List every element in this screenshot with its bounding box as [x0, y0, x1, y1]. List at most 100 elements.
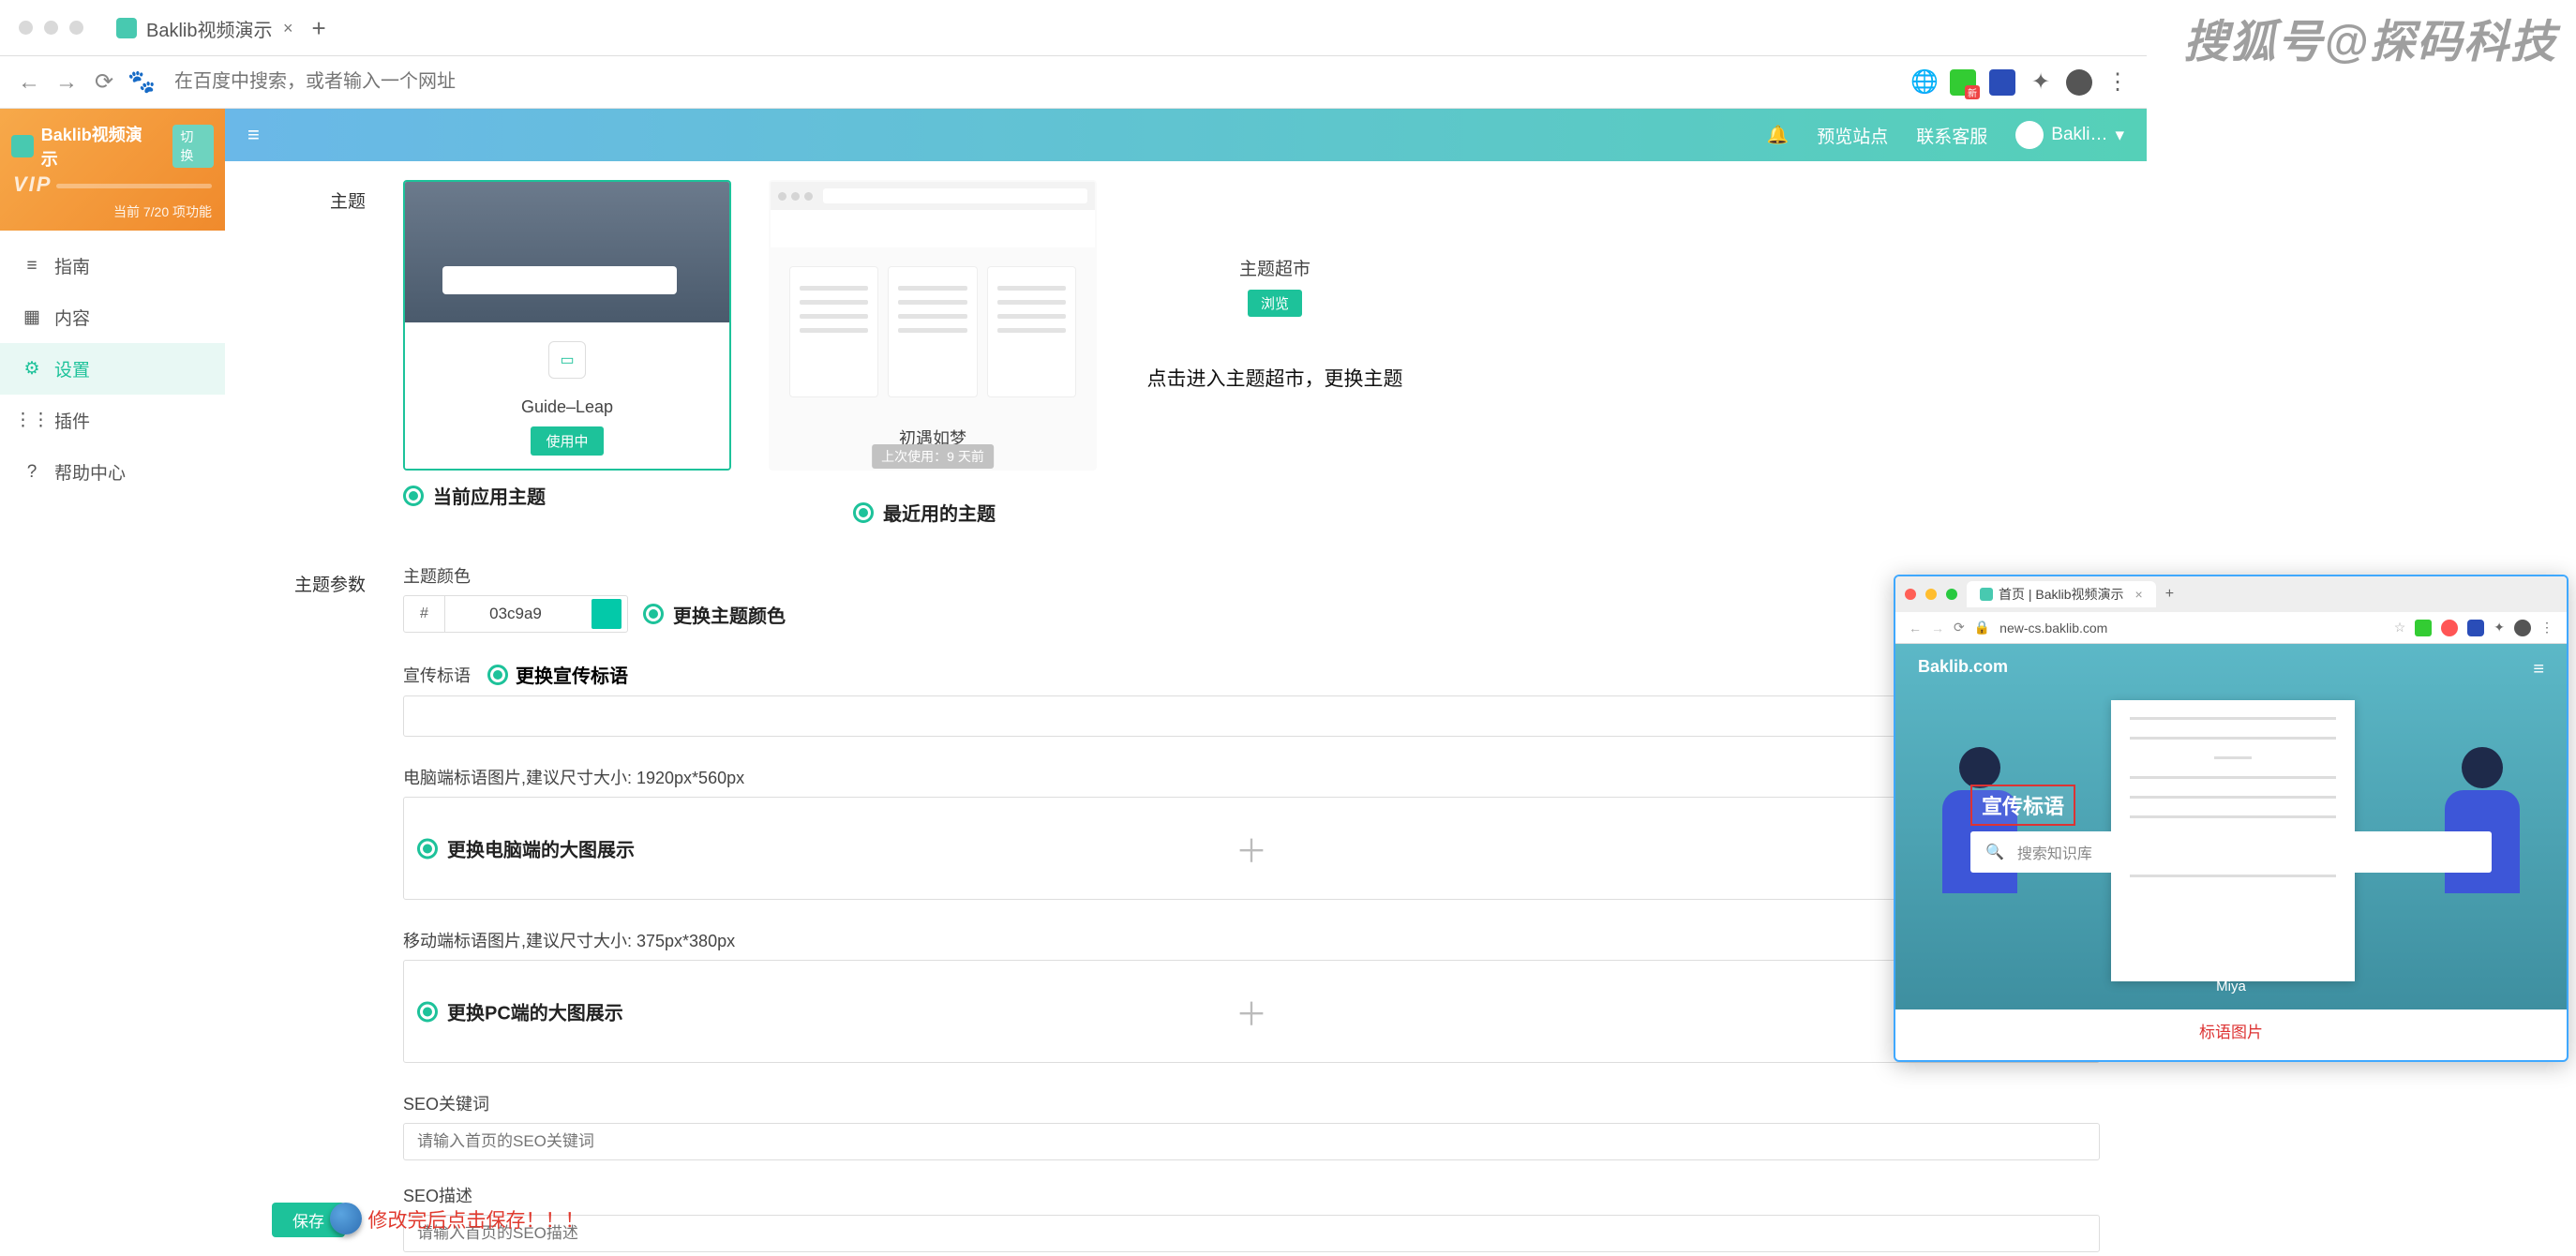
globe-icon[interactable]: 🌐 [1912, 70, 1937, 95]
traffic-close-icon[interactable] [1905, 589, 1916, 600]
color-input-group: # [403, 595, 628, 633]
nav-forward-icon[interactable]: → [1931, 621, 1944, 635]
color-label: 主题颜色 [403, 563, 2100, 588]
nav-forward-icon[interactable]: → [54, 70, 79, 95]
nav-back-icon[interactable]: ← [17, 70, 41, 95]
plugin-icon: ⋮⋮ [22, 411, 41, 430]
market-title: 主题超市 [1134, 255, 1415, 280]
sidebar-item-help[interactable]: ?帮助中心 [0, 446, 225, 498]
tab-close-icon[interactable]: × [2135, 587, 2143, 602]
omnibox-input[interactable] [167, 64, 1899, 101]
bell-icon[interactable]: 🔔 [1767, 124, 1790, 146]
search-icon: 🔍 [1985, 843, 2004, 861]
radio-icon [853, 502, 874, 523]
theme-inuse-badge: 使用中 [531, 426, 603, 456]
hero-author: Miya [2216, 979, 2246, 994]
pc-image-upload[interactable]: 更换电脑端的大图展示 ＋ [403, 797, 2100, 900]
ext-icon[interactable] [2415, 620, 2432, 636]
annotation-pointer-icon [330, 1203, 362, 1234]
vip-progress [56, 184, 212, 188]
topbar-preview-link[interactable]: 预览站点 [1817, 123, 1888, 148]
radio-icon [643, 604, 664, 624]
market-desc: 点击进入主题超市，更换主题 [1134, 364, 1415, 392]
topbar: ≡ 🔔 预览站点 联系客服 Bakli… ▾ [225, 109, 2147, 161]
star-icon[interactable]: ☆ [2394, 620, 2406, 635]
change-pc-label: 更换电脑端的大图展示 [447, 835, 635, 862]
sidebar-item-plugins[interactable]: ⋮⋮插件 [0, 395, 225, 446]
nav-back-icon[interactable]: ← [1909, 621, 1922, 635]
change-color-label: 更换主题颜色 [643, 601, 786, 628]
save-button[interactable]: 保存 [272, 1203, 345, 1237]
pc-img-label: 电脑端标语图片,建议尺寸大小: 1920px*560px [403, 765, 2100, 789]
profile-avatar-icon[interactable] [2066, 69, 2092, 96]
traffic-max-icon[interactable] [69, 21, 83, 35]
new-tab-button[interactable]: + [311, 14, 325, 43]
settings-icon: ⚙ [22, 360, 41, 379]
avatar-icon[interactable] [2514, 620, 2531, 636]
save-note: 修改完后点击保存！！！ [367, 1205, 584, 1234]
browser-tab-active[interactable]: Baklib视频演示 × [103, 7, 300, 49]
slogan-input[interactable] [403, 695, 2100, 737]
topbar-contact-link[interactable]: 联系客服 [1916, 123, 1987, 148]
radio-icon [403, 486, 424, 506]
sidebar-item-guide[interactable]: ≡指南 [0, 240, 225, 292]
chevron-down-icon: ▾ [2115, 125, 2124, 146]
menu-dots-icon[interactable]: ⋮ [2540, 620, 2554, 635]
theme-market-block: 主题超市 浏览 点击进入主题超市，更换主题 [1134, 180, 1415, 392]
sidebar-item-label: 设置 [54, 356, 90, 381]
browse-market-button[interactable]: 浏览 [1248, 290, 1302, 317]
tab-favicon-icon [1980, 588, 1993, 601]
ext-m-icon[interactable] [1989, 69, 2015, 96]
hero-person-right [2426, 747, 2539, 1009]
folder-icon: ▭ [548, 341, 586, 379]
recent-theme-label: 最近用的主题 [853, 499, 1097, 526]
nav-reload-icon[interactable]: ⟳ [92, 70, 116, 95]
window-traffic-lights[interactable] [19, 21, 83, 35]
ext-puzzle-icon[interactable]: ✦ [2494, 620, 2505, 635]
topbar-hamburger-icon[interactable]: ≡ [247, 123, 260, 147]
sidebar-item-settings[interactable]: ⚙ 设置 [0, 343, 225, 395]
hero-search-input[interactable]: 🔍 搜索知识库 [1970, 831, 2492, 873]
color-swatch[interactable] [592, 599, 622, 629]
ext-wechat-icon[interactable]: 新 [1950, 69, 1976, 96]
mobile-image-upload[interactable]: 更换PC端的大图展示 ＋ [403, 960, 2100, 1063]
color-value-input[interactable] [445, 596, 586, 632]
preview-browser-tab[interactable]: 首页 | Baklib视频演示 × [1967, 581, 2156, 607]
traffic-max-icon[interactable] [1946, 589, 1957, 600]
new-tab-button[interactable]: + [2165, 586, 2174, 603]
content-icon: ▦ [22, 308, 41, 327]
switch-site-button[interactable]: 切换 [172, 125, 214, 168]
seo-description-input[interactable] [403, 1215, 2100, 1252]
ext-icon[interactable] [2467, 620, 2484, 636]
color-hash: # [404, 596, 445, 632]
change-mobile-label: 更换PC端的大图展示 [447, 998, 623, 1025]
preview-url-bar: ← → ⟳ 🔒 new-cs.baklib.com ☆ ✦ ⋮ [1895, 612, 2567, 644]
topbar-user-menu[interactable]: Bakli… ▾ [2015, 121, 2124, 149]
preview-window: 首页 | Baklib视频演示 × + ← → ⟳ 🔒 new-cs.bakli… [1894, 575, 2569, 1062]
nav-reload-icon[interactable]: ⟳ [1954, 620, 1965, 635]
seo-desc-label: SEO描述 [403, 1183, 2100, 1207]
radio-icon [487, 665, 508, 685]
traffic-close-icon[interactable] [19, 21, 33, 35]
tab-close-icon[interactable]: × [283, 19, 293, 38]
sidebar-item-label: 内容 [54, 305, 90, 330]
sidebar-item-content[interactable]: ▦ 内容 [0, 292, 225, 343]
preview-hamburger-icon[interactable]: ≡ [2533, 659, 2544, 680]
site-identity-icon[interactable]: 🐾 [129, 70, 154, 95]
browser-url-bar: ← → ⟳ 🐾 🌐 新 ✦ ⋮ [0, 56, 2147, 109]
traffic-min-icon[interactable] [44, 21, 58, 35]
current-theme-label: 当前应用主题 [403, 482, 731, 509]
preview-columns [771, 247, 1095, 416]
ext-puzzle-icon[interactable]: ✦ [2029, 70, 2053, 95]
seo-keywords-input[interactable] [403, 1123, 2100, 1160]
preview-caption: 标语图片 [1895, 1009, 2567, 1042]
theme-card-current[interactable]: ▭ Guide–Leap 使用中 [403, 180, 731, 471]
menu-dots-icon[interactable]: ⋮ [2105, 70, 2130, 95]
theme-card-recent[interactable]: 初遇如梦 上次使用：9 天前 [769, 180, 1097, 471]
preview-tabstrip: 首页 | Baklib视频演示 × + [1895, 576, 2567, 612]
radio-icon [417, 838, 438, 859]
brand-logo-icon [11, 135, 34, 157]
traffic-min-icon[interactable] [1925, 589, 1937, 600]
plus-icon: ＋ [1236, 989, 1267, 1035]
ext-icon[interactable] [2441, 620, 2458, 636]
